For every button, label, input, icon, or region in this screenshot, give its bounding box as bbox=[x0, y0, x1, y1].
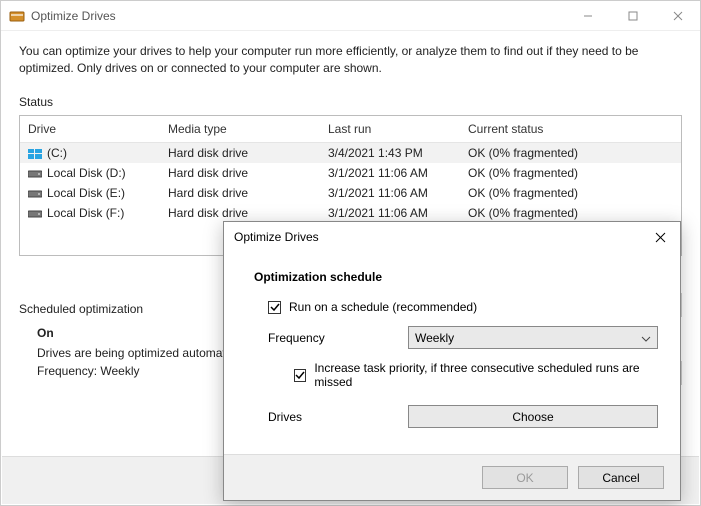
choose-label: Choose bbox=[512, 410, 553, 424]
table-row[interactable]: Local Disk (F:) Hard disk drive3/1/2021 1… bbox=[20, 203, 681, 223]
status-label: Status bbox=[19, 95, 682, 109]
run-schedule-label: Run on a schedule (recommended) bbox=[289, 300, 477, 314]
drive-status: OK (0% fragmented) bbox=[460, 206, 681, 220]
main-window: Optimize Drives You can optimize your dr… bbox=[0, 0, 701, 506]
frequency-value: Weekly bbox=[415, 331, 454, 345]
close-button[interactable] bbox=[655, 1, 700, 31]
drive-media: Hard disk drive bbox=[160, 146, 320, 160]
drive-media: Hard disk drive bbox=[160, 166, 320, 180]
drive-name: Local Disk (D:) bbox=[47, 166, 126, 180]
dialog-heading: Optimization schedule bbox=[254, 270, 658, 284]
drives-label: Drives bbox=[268, 410, 408, 424]
frequency-label: Frequency bbox=[268, 331, 408, 345]
maximize-button[interactable] bbox=[610, 1, 655, 31]
app-icon bbox=[9, 8, 25, 24]
table-row[interactable]: (C:) Hard disk drive3/4/2021 1:43 PMOK (0… bbox=[20, 143, 681, 163]
col-header-lastrun[interactable]: Last run bbox=[320, 116, 460, 142]
increase-priority-label: Increase task priority, if three consecu… bbox=[314, 361, 658, 389]
dialog-close-button[interactable] bbox=[640, 222, 680, 252]
windows-drive-icon bbox=[28, 148, 42, 158]
table-row[interactable]: Local Disk (D:) Hard disk drive3/1/2021 1… bbox=[20, 163, 681, 183]
drive-status: OK (0% fragmented) bbox=[460, 166, 681, 180]
dialog-title: Optimize Drives bbox=[234, 230, 640, 244]
drive-name: (C:) bbox=[47, 146, 67, 160]
cancel-label: Cancel bbox=[602, 471, 639, 485]
frequency-select[interactable]: Weekly bbox=[408, 326, 658, 349]
ok-button[interactable]: OK bbox=[482, 466, 568, 489]
drive-name: Local Disk (E:) bbox=[47, 186, 125, 200]
drive-status: OK (0% fragmented) bbox=[460, 186, 681, 200]
drive-media: Hard disk drive bbox=[160, 206, 320, 220]
cancel-button[interactable]: Cancel bbox=[578, 466, 664, 489]
chevron-down-icon bbox=[641, 331, 651, 345]
dialog-titlebar: Optimize Drives bbox=[224, 222, 680, 252]
col-header-media[interactable]: Media type bbox=[160, 116, 320, 142]
drive-name: Local Disk (F:) bbox=[47, 206, 124, 220]
drive-lastrun: 3/1/2021 11:06 AM bbox=[320, 206, 460, 220]
drive-table-header: Drive Media type Last run Current status bbox=[20, 116, 681, 143]
run-schedule-checkbox[interactable] bbox=[268, 301, 281, 314]
drive-lastrun: 3/4/2021 1:43 PM bbox=[320, 146, 460, 160]
drive-lastrun: 3/1/2021 11:06 AM bbox=[320, 186, 460, 200]
drive-lastrun: 3/1/2021 11:06 AM bbox=[320, 166, 460, 180]
col-header-drive[interactable]: Drive bbox=[20, 116, 160, 142]
drive-status: OK (0% fragmented) bbox=[460, 146, 681, 160]
description-text: You can optimize your drives to help you… bbox=[19, 43, 682, 77]
increase-priority-checkbox[interactable] bbox=[294, 369, 306, 382]
schedule-dialog: Optimize Drives Optimization schedule Ru… bbox=[223, 221, 681, 501]
minimize-button[interactable] bbox=[565, 1, 610, 31]
titlebar: Optimize Drives bbox=[1, 1, 700, 31]
hdd-icon bbox=[28, 208, 42, 218]
hdd-icon bbox=[28, 188, 42, 198]
ok-label: OK bbox=[516, 471, 533, 485]
table-row[interactable]: Local Disk (E:) Hard disk drive3/1/2021 1… bbox=[20, 183, 681, 203]
hdd-icon bbox=[28, 168, 42, 178]
window-title: Optimize Drives bbox=[31, 9, 565, 23]
dialog-footer: OK Cancel bbox=[224, 454, 680, 500]
choose-drives-button[interactable]: Choose bbox=[408, 405, 658, 428]
drive-media: Hard disk drive bbox=[160, 186, 320, 200]
col-header-status[interactable]: Current status bbox=[460, 116, 681, 142]
